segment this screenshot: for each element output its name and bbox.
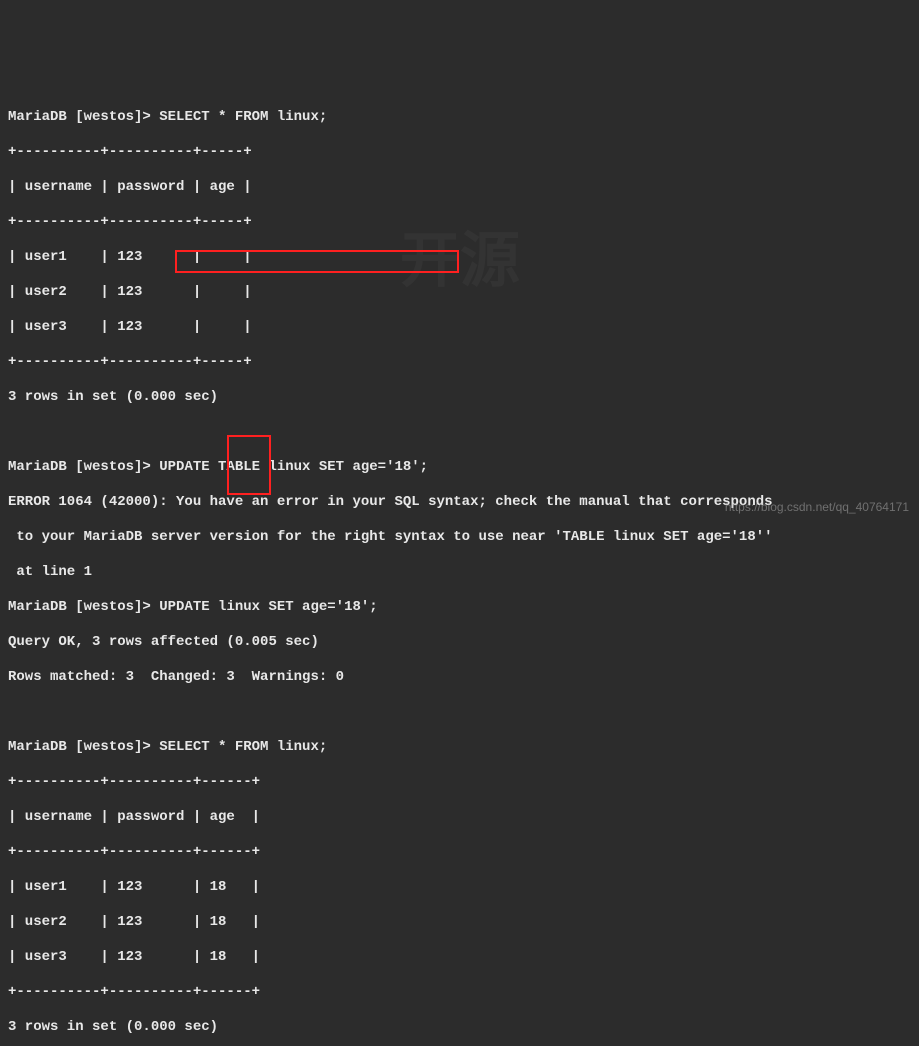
error-line-3: at line 1 — [8, 564, 911, 582]
table2-row-1: | user1 | 123 | 18 | — [8, 879, 911, 897]
sql-select-2: SELECT * FROM linux; — [159, 739, 327, 755]
table1-border-mid: +----------+----------+-----+ — [8, 214, 911, 232]
table2-header: | username | password | age | — [8, 809, 911, 827]
table1-border-top: +----------+----------+-----+ — [8, 144, 911, 162]
sql-update-good: UPDATE linux SET age='18'; — [159, 599, 377, 615]
error-line-2: to your MariaDB server version for the r… — [8, 529, 911, 547]
table2-border-top: +----------+----------+------+ — [8, 774, 911, 792]
table1-header: | username | password | age | — [8, 179, 911, 197]
table1-row-2: | user2 | 123 | | — [8, 284, 911, 302]
query-ok-1: Query OK, 3 rows affected (0.005 sec) — [8, 634, 911, 652]
prompt-line-1: MariaDB [westos]> SELECT * FROM linux; — [8, 109, 911, 127]
table2-border-mid: +----------+----------+------+ — [8, 844, 911, 862]
blank-2 — [8, 704, 911, 722]
rows-in-set-2: 3 rows in set (0.000 sec) — [8, 1019, 911, 1037]
table1-row-3: | user3 | 123 | | — [8, 319, 911, 337]
table1-row-1: | user1 | 123 | | — [8, 249, 911, 267]
rows-in-set-1: 3 rows in set (0.000 sec) — [8, 389, 911, 407]
db-prompt: MariaDB [westos]> — [8, 599, 159, 615]
db-prompt: MariaDB [westos]> — [8, 109, 159, 125]
db-prompt: MariaDB [westos]> — [8, 459, 159, 475]
prompt-line-3: MariaDB [westos]> UPDATE linux SET age='… — [8, 599, 911, 617]
prompt-line-2: MariaDB [westos]> UPDATE TABLE linux SET… — [8, 459, 911, 477]
db-prompt: MariaDB [westos]> — [8, 739, 159, 755]
query-ok-2: Rows matched: 3 Changed: 3 Warnings: 0 — [8, 669, 911, 687]
blank-1 — [8, 424, 911, 442]
sql-update-bad: UPDATE TABLE linux SET age='18'; — [159, 459, 428, 475]
prompt-line-4: MariaDB [westos]> SELECT * FROM linux; — [8, 739, 911, 757]
table2-row-2: | user2 | 123 | 18 | — [8, 914, 911, 932]
sql-select-1: SELECT * FROM linux; — [159, 109, 327, 125]
table1-border-bot: +----------+----------+-----+ — [8, 354, 911, 372]
table2-border-bot: +----------+----------+------+ — [8, 984, 911, 1002]
table2-row-3: | user3 | 123 | 18 | — [8, 949, 911, 967]
watermark-url: https://blog.csdn.net/qq_40764171 — [725, 500, 909, 515]
